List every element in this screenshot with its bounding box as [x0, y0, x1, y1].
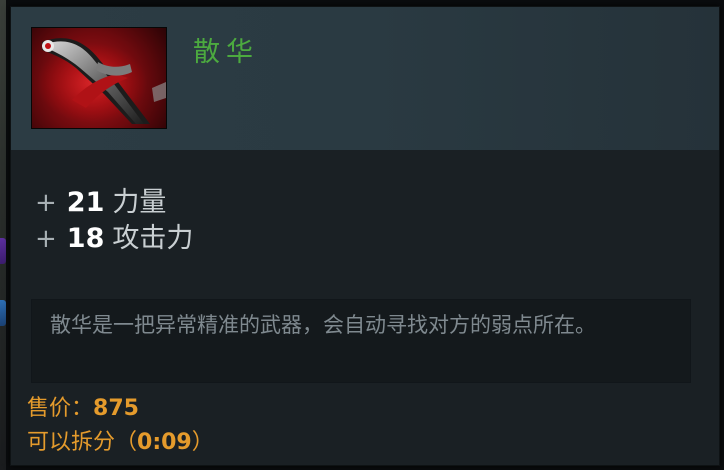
stat-strength: + 21 力量 — [35, 180, 166, 219]
tooltip-header: 散华 — [11, 7, 719, 150]
tooltip-body: + 21 力量 + 18 攻击力 散华是一把异常精准的武器，会自动寻找对方的弱点… — [11, 150, 719, 465]
disassemble-label: 可以拆分（ — [27, 430, 138, 455]
stat-label: 力量 — [112, 187, 167, 218]
background-purple-mark — [0, 238, 6, 264]
item-tooltip: 散华 + 21 力量 + 18 攻击力 散华是一把异常精准的武器，会自动寻找对方… — [10, 6, 720, 466]
disassemble-timer: 0:09 — [137, 430, 192, 455]
stat-sign: + — [35, 224, 57, 254]
stat-value: 18 — [66, 223, 105, 254]
stat-damage: + 18 攻击力 — [35, 216, 193, 255]
dagger-icon — [31, 27, 167, 129]
lore-box: 散华是一把异常精准的武器，会自动寻找对方的弱点所在。 — [31, 299, 691, 383]
tooltip-frame: 散华 + 21 力量 + 18 攻击力 散华是一把异常精准的武器，会自动寻找对方… — [0, 0, 724, 470]
disassemble-suffix: ） — [191, 430, 214, 455]
background-blue-mark — [0, 300, 6, 326]
disassemble-info: 可以拆分（0:09） — [27, 424, 214, 456]
lore-text: 散华是一把异常精准的武器，会自动寻找对方的弱点所在。 — [50, 313, 596, 337]
sell-label: 售价： — [27, 396, 94, 421]
item-name: 散华 — [193, 37, 259, 68]
background-edge — [0, 0, 6, 470]
stat-sign: + — [35, 188, 57, 218]
sell-value: 875 — [93, 396, 139, 421]
stat-value: 21 — [66, 187, 105, 218]
stat-label: 攻击力 — [112, 223, 194, 254]
sell-price: 售价：875 — [27, 390, 139, 422]
